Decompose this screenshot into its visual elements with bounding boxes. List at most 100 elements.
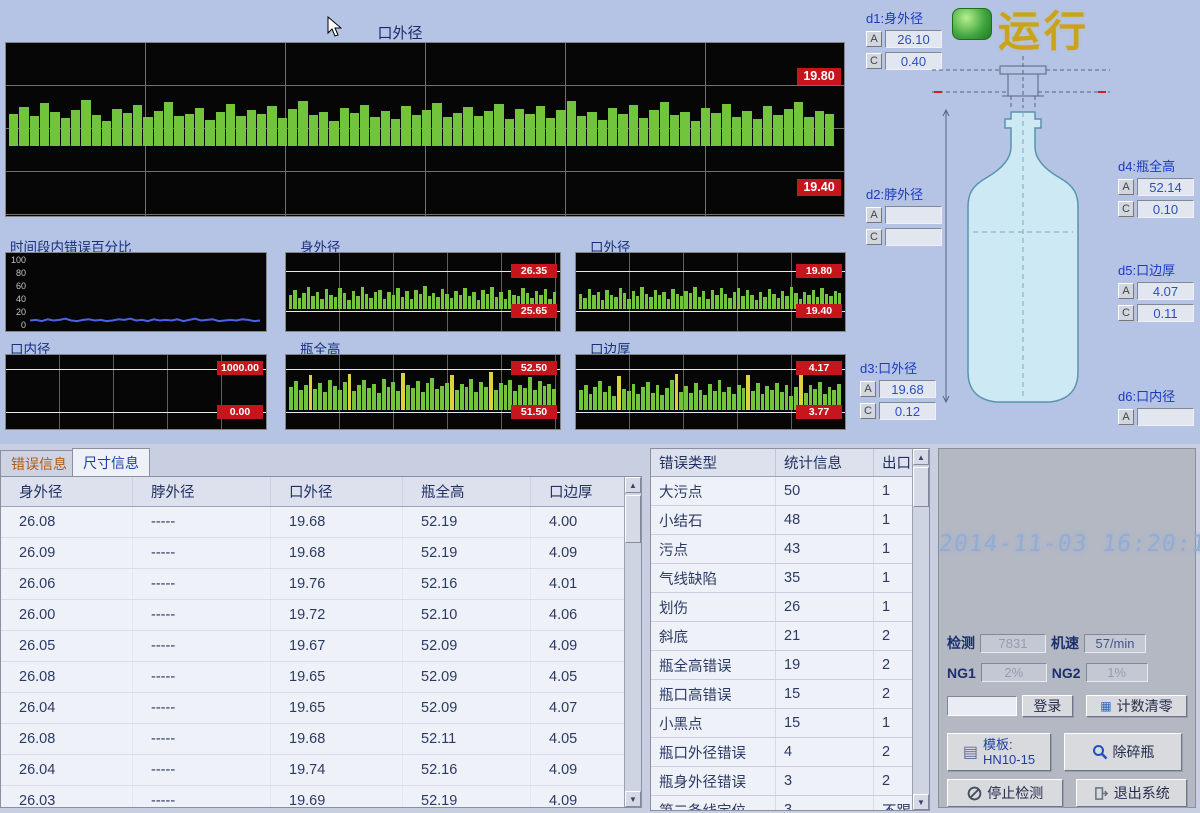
- tab-error-info[interactable]: 错误信息: [0, 450, 78, 476]
- table-row[interactable]: 气线缺陷351: [651, 564, 930, 593]
- template-label-line2: HN10-15: [983, 752, 1035, 767]
- tab-dimension-info[interactable]: 尺寸信息: [72, 448, 150, 476]
- chart-bar: [632, 384, 636, 410]
- chart-bar: [763, 106, 772, 146]
- scrollbar-thumb[interactable]: [625, 495, 641, 543]
- key-a[interactable]: A: [860, 381, 876, 397]
- exit-system-button[interactable]: 退出系统: [1076, 779, 1187, 807]
- chart-bar: [603, 392, 607, 410]
- counter-reset-button[interactable]: ▦ 计数清零: [1086, 695, 1187, 717]
- table-row[interactable]: 划伤261: [651, 593, 930, 622]
- table-row[interactable]: 26.08-----19.6852.194.00: [1, 507, 642, 538]
- table-cell: 52.09: [403, 693, 531, 724]
- scroll-up-icon[interactable]: ▲: [625, 477, 641, 493]
- table-cell: 19.68: [271, 507, 403, 538]
- table-cell: 19.68: [271, 724, 403, 755]
- chart-bar: [328, 380, 332, 410]
- scroll-up-icon[interactable]: ▲: [913, 449, 929, 465]
- table-cell: 划伤: [651, 593, 776, 622]
- scrollbar-track[interactable]: [625, 493, 641, 791]
- chart-bar: [323, 392, 327, 410]
- login-button[interactable]: 登录: [1022, 695, 1073, 717]
- password-input[interactable]: [947, 696, 1017, 716]
- chart-bar: [406, 385, 410, 410]
- key-c[interactable]: C: [866, 53, 882, 69]
- mouse-cursor-icon: [327, 16, 342, 38]
- key-c[interactable]: C: [1118, 201, 1134, 217]
- detect-label: 检测: [947, 633, 975, 653]
- panel-d5-label: d5:口边厚: [1118, 260, 1194, 279]
- chart-bar: [469, 379, 473, 410]
- error-table-scrollbar[interactable]: ▲ ▼: [912, 449, 929, 810]
- key-a[interactable]: A: [866, 207, 882, 223]
- chart-bar: [601, 300, 604, 309]
- table-cell: 43: [776, 535, 874, 564]
- chart-bar: [494, 390, 498, 411]
- table-row[interactable]: 小结石481: [651, 506, 930, 535]
- table-cell: 26.08: [1, 507, 133, 538]
- table-cell: -----: [133, 569, 271, 600]
- chart-bar: [479, 382, 483, 410]
- table-cell: 52.09: [403, 662, 531, 693]
- d4-a-value: 52.14: [1137, 178, 1194, 196]
- chart-bar: [329, 121, 338, 146]
- exit-system-label: 退出系统: [1114, 783, 1170, 803]
- chart-bar: [436, 297, 439, 309]
- scrollbar-track[interactable]: [913, 465, 929, 794]
- table-cell: 瓶口高错误: [651, 680, 776, 709]
- control-panel: 2014-11-03 16:20:17 检测 7831 机速 57/min NG…: [938, 448, 1196, 808]
- key-a[interactable]: A: [1118, 283, 1134, 299]
- remove-broken-bottle-button[interactable]: 除碎瓶: [1064, 733, 1182, 771]
- chart-bar: [711, 113, 720, 146]
- d1-a-value: 26.10: [885, 30, 942, 48]
- stop-detection-button[interactable]: 停止检测: [947, 779, 1063, 807]
- table-cell: -----: [133, 600, 271, 631]
- chart-bar: [92, 115, 101, 146]
- table-row[interactable]: 26.04-----19.6552.094.07: [1, 693, 642, 724]
- login-row: 登录 ▦ 计数清零: [947, 695, 1187, 717]
- template-button[interactable]: ▤ 模板: HN10-15: [947, 733, 1051, 771]
- table-row[interactable]: 26.05-----19.6752.094.09: [1, 631, 642, 662]
- chart-bar: [649, 110, 658, 146]
- scroll-down-icon[interactable]: ▼: [913, 794, 929, 810]
- table-row[interactable]: 瓶身外径错误32: [651, 767, 930, 796]
- chart-bar: [785, 385, 789, 410]
- chart-bar: [579, 390, 583, 410]
- dimension-table-scrollbar[interactable]: ▲ ▼: [624, 477, 641, 807]
- top-chart-bars: [9, 94, 834, 146]
- table-row[interactable]: 26.06-----19.7652.164.01: [1, 569, 642, 600]
- table-row[interactable]: 污点431: [651, 535, 930, 564]
- table-row[interactable]: 斜底212: [651, 622, 930, 651]
- table-row[interactable]: 26.00-----19.7252.104.06: [1, 600, 642, 631]
- key-a[interactable]: A: [1118, 409, 1134, 425]
- table-row[interactable]: 26.03-----19.6952.194.09: [1, 786, 642, 809]
- table-row[interactable]: 大污点501: [651, 477, 930, 506]
- table-row[interactable]: 26.09-----19.6852.194.09: [1, 538, 642, 569]
- table-row[interactable]: 26.08-----19.6552.094.05: [1, 662, 642, 693]
- key-a[interactable]: A: [1118, 179, 1134, 195]
- chart-bar: [401, 106, 410, 146]
- chart-bar: [307, 287, 310, 309]
- chart-bar: [608, 108, 617, 146]
- table-row[interactable]: 瓶口高错误152: [651, 680, 930, 709]
- chart-bar: [411, 388, 415, 410]
- key-c[interactable]: C: [866, 229, 882, 245]
- table-row[interactable]: 第二条线定位...3不踢废: [651, 796, 930, 812]
- key-a[interactable]: A: [866, 31, 882, 47]
- detect-value: 7831: [980, 634, 1046, 653]
- chart-bar: [775, 383, 779, 410]
- table-row[interactable]: 瓶全高错误192: [651, 651, 930, 680]
- table-row[interactable]: 26.08-----19.6852.114.05: [1, 724, 642, 755]
- table-row[interactable]: 26.04-----19.7452.164.09: [1, 755, 642, 786]
- key-c[interactable]: C: [1118, 305, 1134, 321]
- table-row[interactable]: 瓶口外径错误42: [651, 738, 930, 767]
- chart-bar: [662, 292, 665, 309]
- chart-bar: [352, 391, 356, 410]
- chart-bar: [737, 385, 741, 410]
- table-row[interactable]: 小黑点151: [651, 709, 930, 738]
- key-c[interactable]: C: [860, 403, 876, 419]
- y-tick: 0: [8, 320, 26, 330]
- exit-door-icon: [1094, 786, 1109, 801]
- scrollbar-thumb[interactable]: [913, 467, 929, 507]
- scroll-down-icon[interactable]: ▼: [625, 791, 641, 807]
